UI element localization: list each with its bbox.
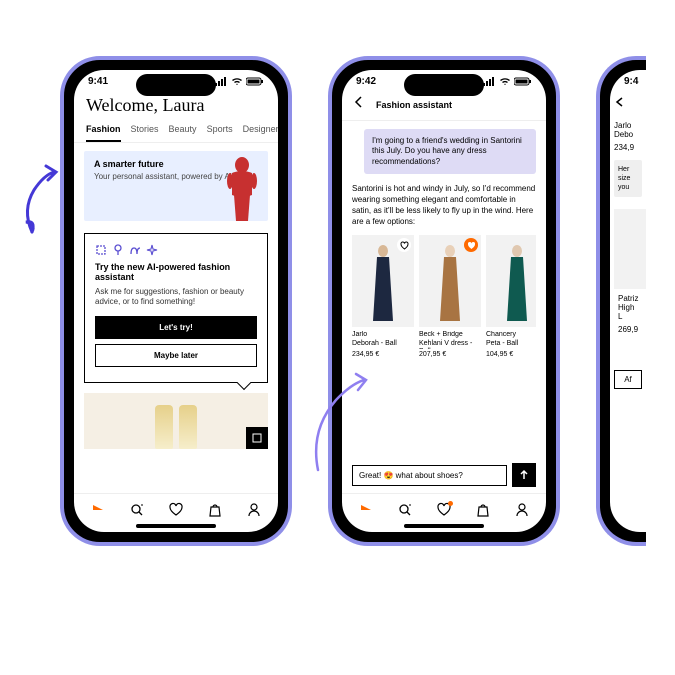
suggestion-chip[interactable]: Af: [614, 370, 642, 389]
wishlist-icon[interactable]: [397, 238, 411, 252]
tab-beauty[interactable]: Beauty: [169, 124, 197, 142]
product-name: JarloDebo: [610, 119, 646, 141]
wifi-icon: [231, 77, 243, 86]
back-icon[interactable]: [352, 95, 366, 114]
phone-notch: [404, 74, 484, 96]
product-card[interactable]: JarloDeborah - Ball gown 234,95 €: [352, 235, 414, 358]
expand-icon[interactable]: [246, 427, 268, 449]
product-image: [486, 235, 536, 327]
nav-search-icon[interactable]: [397, 502, 413, 518]
product-price: 269,9: [614, 323, 642, 336]
tab-sports[interactable]: Sports: [207, 124, 233, 142]
product-price: 207,95 €: [419, 351, 481, 358]
hero-subtitle: Your personal assistant, powered by AI.: [94, 172, 234, 181]
nav-search-icon[interactable]: [129, 502, 145, 518]
card-title: Try the new AI-powered fashion assistant: [95, 262, 257, 282]
card-speech-tail: [237, 376, 251, 390]
battery-icon: [514, 77, 532, 86]
category-tabs: Fashion Stories Beauty Sports Designer: [74, 124, 278, 143]
maybe-later-button[interactable]: Maybe later: [95, 344, 257, 367]
flow-arrow-icon: [306, 370, 376, 480]
nav-wishlist-icon[interactable]: [168, 502, 184, 518]
card-decorative-icons: [95, 244, 257, 256]
send-button[interactable]: [512, 463, 536, 487]
product-price: 234,9: [610, 141, 646, 154]
product-tile[interactable]: [84, 393, 268, 449]
assistant-promo-card: Try the new AI-powered fashion assistant…: [84, 233, 268, 383]
product-name: ChanceryPeta - Ball: [486, 331, 536, 349]
product-image: [614, 209, 646, 289]
product-name: PatrizHigh L: [614, 292, 642, 323]
status-time: 9:4: [624, 76, 638, 87]
status-time: 9:41: [88, 76, 108, 87]
tab-designer[interactable]: Designer: [243, 124, 278, 142]
phone-notch: [136, 74, 216, 96]
hero-banner[interactable]: A smarter future Your personal assistant…: [84, 151, 268, 221]
back-icon[interactable]: [610, 89, 646, 119]
product-image: [352, 235, 414, 327]
wishlist-icon[interactable]: [464, 238, 478, 252]
hero-title: A smarter future: [94, 159, 234, 169]
product-image: [179, 405, 197, 449]
nav-account-icon[interactable]: [246, 502, 262, 518]
hero-model-image: [222, 155, 262, 221]
product-card[interactable]: Beck + BridgeKehlani V dress - Ball 207,…: [419, 235, 481, 358]
status-bar: 9:4: [610, 70, 646, 89]
phone-home: 9:41 Welcome, Laura Fashion Stories Beau…: [60, 56, 292, 546]
product-price: 104,95 €: [486, 351, 536, 358]
bottom-tabbar: [342, 493, 546, 522]
nav-bag-icon[interactable]: [475, 502, 491, 518]
nav-home-icon[interactable]: [358, 502, 374, 518]
home-indicator: [404, 524, 484, 528]
chat-title: Fashion assistant: [376, 100, 452, 110]
tab-fashion[interactable]: Fashion: [86, 124, 121, 142]
tab-stories[interactable]: Stories: [131, 124, 159, 142]
product-name: Beck + BridgeKehlani V dress - Ball: [419, 331, 481, 349]
product-card[interactable]: PatrizHigh L 269,9: [614, 209, 642, 336]
home-indicator: [136, 524, 216, 528]
product-card[interactable]: ChanceryPeta - Ball 104,95 €: [486, 235, 536, 358]
signal-icon: [215, 77, 228, 86]
product-image: [155, 405, 173, 449]
bottom-tabbar: [74, 493, 278, 522]
product-price: 234,95 €: [352, 351, 414, 358]
wifi-icon: [499, 77, 511, 86]
nav-bag-icon[interactable]: [207, 502, 223, 518]
signal-icon: [483, 77, 496, 86]
phone-partial: 9:4 JarloDebo 234,9 Her size you PatrizH…: [596, 56, 646, 546]
nav-wishlist-icon[interactable]: [436, 502, 452, 518]
status-time: 9:42: [356, 76, 376, 87]
card-body: Ask me for suggestions, fashion or beaut…: [95, 287, 257, 308]
lets-try-button[interactable]: Let's try!: [95, 316, 257, 339]
battery-icon: [246, 77, 264, 86]
assistant-message: Her size you: [614, 160, 642, 197]
user-message: I'm going to a friend's wedding in Santo…: [364, 129, 536, 174]
assistant-message: Santorini is hot and windy in July, so I…: [352, 184, 536, 227]
notification-dot-icon: [448, 501, 453, 506]
nav-home-icon[interactable]: [90, 502, 106, 518]
flow-arrow-icon: [14, 150, 64, 240]
product-image: [419, 235, 481, 327]
product-name: JarloDeborah - Ball gown: [352, 331, 414, 349]
product-carousel[interactable]: JarloDeborah - Ball gown 234,95 € Beck +…: [352, 235, 536, 358]
nav-account-icon[interactable]: [514, 502, 530, 518]
